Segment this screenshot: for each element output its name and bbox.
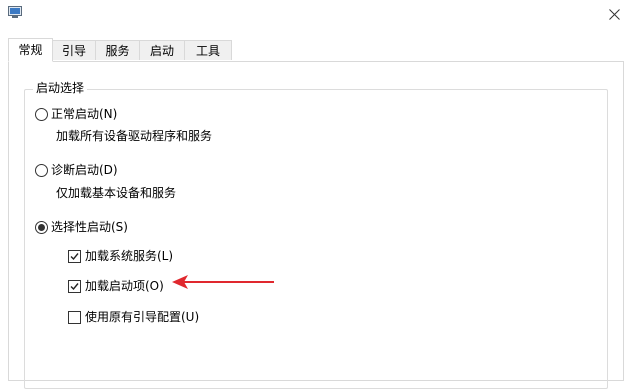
tab-general[interactable]: 常规 xyxy=(8,38,53,62)
normal-startup-description: 加载所有设备驱动程序和服务 xyxy=(56,129,213,143)
load-system-services-checkbox[interactable] xyxy=(68,250,81,263)
load-system-services-label[interactable]: 加载系统服务(L) xyxy=(85,248,173,264)
load-startup-items-checkbox[interactable] xyxy=(68,280,81,293)
use-original-boot-config-label[interactable]: 使用原有引导配置(U) xyxy=(85,309,199,325)
selective-startup-radio[interactable] xyxy=(35,221,48,234)
red-arrow-icon xyxy=(172,275,274,289)
diagnostic-startup-radio[interactable] xyxy=(35,164,48,177)
close-button[interactable] xyxy=(598,0,631,30)
title-bar xyxy=(0,0,631,30)
tab-startup[interactable]: 启动 xyxy=(139,40,185,60)
close-icon xyxy=(609,9,620,20)
diagnostic-startup-description: 仅加载基本设备和服务 xyxy=(56,186,177,200)
tab-boot[interactable]: 引导 xyxy=(52,40,96,60)
normal-startup-radio[interactable] xyxy=(35,108,48,121)
use-original-boot-config-checkbox[interactable] xyxy=(68,311,81,324)
tab-tools[interactable]: 工具 xyxy=(184,40,232,60)
radio-selected-dot xyxy=(38,224,45,231)
selective-startup-label[interactable]: 选择性启动(S) xyxy=(51,219,128,235)
normal-startup-label[interactable]: 正常启动(N) xyxy=(51,106,117,122)
group-title: 启动选择 xyxy=(33,79,88,97)
load-startup-items-label[interactable]: 加载启动项(O) xyxy=(85,278,164,294)
checkmark-icon xyxy=(70,283,79,291)
checkmark-icon xyxy=(70,253,79,261)
tab-services[interactable]: 服务 xyxy=(95,40,140,60)
tab-strip: 常规 引导 服务 启动 工具 xyxy=(0,38,631,62)
diagnostic-startup-label[interactable]: 诊断启动(D) xyxy=(51,162,118,178)
system-config-icon xyxy=(8,6,22,18)
